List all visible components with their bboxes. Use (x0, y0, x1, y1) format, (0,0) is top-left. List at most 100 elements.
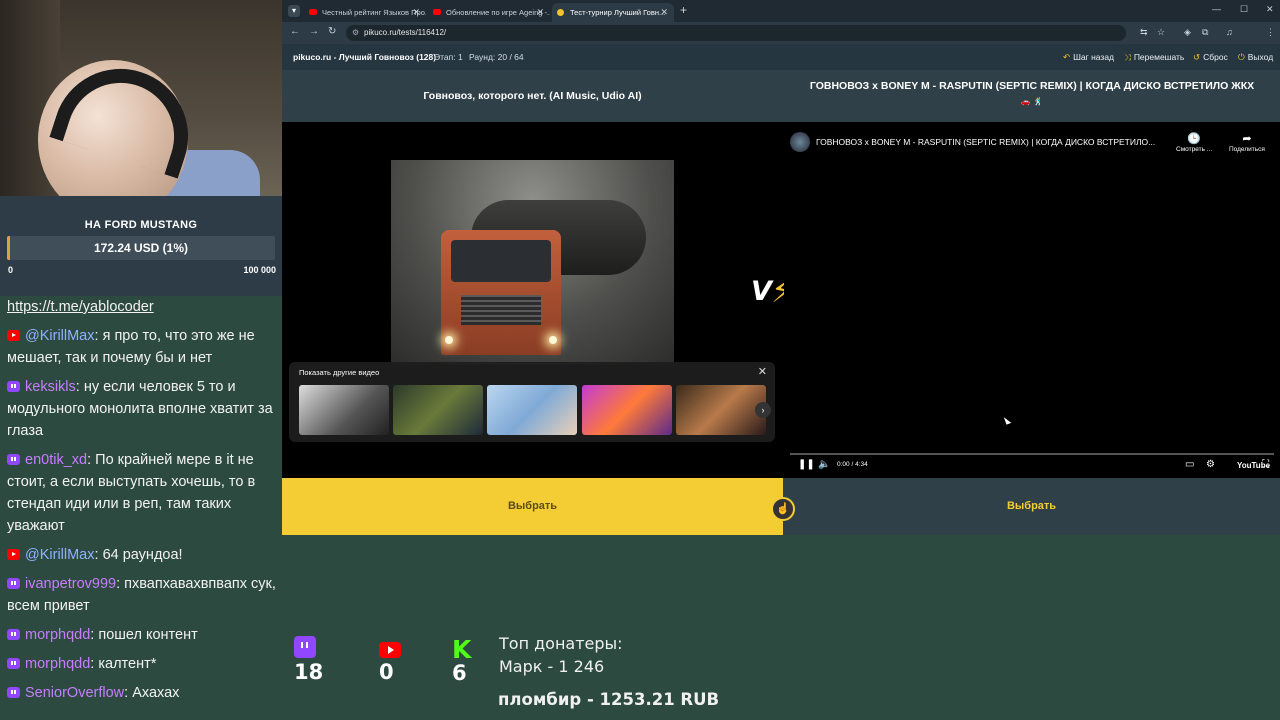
tab-title: Тест-турнир Лучший Говн... (570, 8, 666, 17)
tab-title: Обновление по игре Ageing -... (446, 8, 550, 17)
tab-ranking[interactable]: Честный рейтинг Языков Про... ✕ (304, 3, 426, 22)
media-control-icon[interactable]: ♫ (1226, 27, 1233, 37)
browser-window: ▾ Честный рейтинг Языков Про... ✕ Обновл… (282, 0, 1280, 720)
chat-message: morphqdd: пошел контент (7, 624, 276, 646)
video-progress-bar[interactable] (790, 453, 1274, 455)
youtube-icon (7, 330, 20, 341)
more-videos-title: Показать другие видео (299, 368, 380, 377)
reload-icon[interactable]: ↻ (328, 26, 336, 37)
clock-icon: 🕒 (1187, 133, 1201, 145)
tab-bar: ▾ Честный рейтинг Языков Про... ✕ Обновл… (282, 0, 1280, 22)
watch-later-button[interactable]: 🕒 Смотреть ... (1176, 132, 1212, 153)
twitch-icon (7, 687, 20, 698)
twitch-icon (7, 629, 20, 640)
tab-ageing-update[interactable]: Обновление по игре Ageing -... ✕ (428, 3, 550, 22)
video-title[interactable]: ГОВНОВОЗ x BONEY M - RASPUTIN (SEPTIC RE… (816, 137, 1176, 147)
suggested-video-thumbnail[interactable] (393, 385, 483, 435)
chat-username[interactable]: morphqdd (25, 627, 90, 643)
chat-username[interactable]: keksikls (25, 379, 76, 395)
goal-amount: 172.24 USD (1%) (93, 241, 189, 255)
new-tab-button[interactable]: + (680, 3, 687, 17)
chat-message: SeniorOverflow: Ахахах (7, 682, 276, 704)
subtitles-icon[interactable]: ▭ (1185, 459, 1194, 470)
matchup-titles: Говновоз, которого нет. (AI Music, Udio … (282, 70, 1280, 122)
translate-icon[interactable]: ⇆ (1140, 27, 1148, 38)
left-option-title: Говновоз, которого нет. (AI Music, Udio … (423, 90, 642, 102)
twitch-icon (7, 381, 20, 392)
chat-message: keksikls: ну если человек 5 то и модульн… (7, 379, 273, 439)
chat-username[interactable]: morphqdd (25, 656, 90, 672)
maximize-icon[interactable]: ☐ (1240, 4, 1248, 15)
suggested-video-thumbnail[interactable] (676, 385, 766, 435)
chat-username[interactable]: en0tik_xd (25, 452, 87, 468)
close-icon[interactable]: ✕ (758, 365, 767, 378)
forward-arrow-icon[interactable]: → (309, 26, 319, 37)
headlight-image (549, 336, 557, 344)
chat-username[interactable]: @KirillMax (25, 328, 95, 344)
step-back-button[interactable]: ↶ Шаг назад (1063, 44, 1114, 70)
suggested-video-thumbnail[interactable] (487, 385, 577, 435)
undo-icon: ↶ (1063, 52, 1071, 62)
chat-username[interactable]: ivanpetrov999 (25, 576, 116, 592)
extensions-puzzle-icon[interactable]: ⧉ (1202, 27, 1208, 38)
chat-text: Ахахах (132, 685, 180, 701)
shuffle-button[interactable]: ⤨ Перемешать (1124, 44, 1184, 70)
donation-goal: НА FORD MUSTANG 172.24 USD (1%) 0 100 00… (0, 196, 282, 302)
close-tab-icon[interactable]: ✕ (660, 3, 668, 22)
reset-button[interactable]: ↺ Сброс (1193, 44, 1228, 70)
youtube-favicon-icon (309, 9, 317, 15)
goal-min: 0 (8, 265, 14, 275)
right-youtube-player[interactable]: ГОВНОВОЗ x BONEY M - RASPUTIN (SEPTIC RE… (784, 122, 1280, 478)
close-window-icon[interactable]: ✕ (1266, 4, 1274, 15)
fullscreen-icon[interactable]: ⛶ (1262, 459, 1269, 470)
twitch-icon (7, 578, 20, 589)
tab-search-button[interactable]: ▾ (288, 5, 300, 17)
chat-message-list: @KirillMax: я про то, что это же не меша… (7, 325, 276, 704)
chat-username[interactable]: SeniorOverflow (25, 685, 124, 701)
truck-windshield-image (451, 240, 551, 282)
chat-username[interactable]: @KirillMax (25, 547, 95, 563)
back-arrow-icon[interactable]: ← (290, 26, 300, 37)
tab-tournament[interactable]: Тест-турнир Лучший Говн... ✕ (552, 3, 674, 22)
youtube-icon (379, 642, 401, 658)
goal-max: 100 000 (243, 265, 276, 275)
chat-link[interactable]: https://t.me/yablocoder (7, 296, 276, 318)
extension-icon[interactable]: ◈ (1184, 27, 1191, 38)
chat-message: ivanpetrov999: пхвапхавахвпвапх сук, все… (7, 576, 276, 614)
stage-indicator: Этап: 1 (434, 52, 463, 62)
chat-message: @KirillMax: 64 раундоа! (7, 544, 276, 566)
left-video-thumbnail[interactable] (391, 160, 674, 365)
top-donor: Марк - 1 246 (499, 657, 605, 676)
share-icon: ➦ (1242, 133, 1252, 145)
truck-grill-image (461, 295, 541, 325)
settings-gear-icon[interactable]: ⚙ (1206, 459, 1215, 470)
last-donation: пломбир - 1253.21 RUB (498, 690, 720, 709)
site-header: pikuco.ru - Лучший Говновоз (128) Этап: … (282, 44, 1280, 70)
reset-icon: ↺ (1193, 52, 1201, 62)
close-tab-icon[interactable]: ✕ (412, 3, 420, 22)
chat-message: morphqdd: калтент* (7, 653, 276, 675)
site-brand[interactable]: pikuco.ru - Лучший Говновоз (128) (293, 44, 436, 70)
video-time: 0:00 / 4:34 (837, 461, 868, 468)
minimize-icon[interactable]: — (1212, 4, 1221, 14)
browser-menu-icon[interactable]: ⋮ (1266, 27, 1275, 38)
choose-left-button[interactable]: Выбрать (282, 478, 783, 535)
url-field[interactable]: pikuco.ru/tests/116412/ (346, 25, 1126, 41)
close-tab-icon[interactable]: ✕ (536, 3, 544, 22)
goal-title: НА FORD MUSTANG (84, 219, 198, 231)
chat-message: en0tik_xd: По крайней мере в it не стоит… (7, 452, 256, 534)
left-video-player[interactable]: Показать другие видео ✕ › (282, 122, 783, 478)
pause-icon[interactable]: ❚❚ (798, 459, 815, 470)
volume-icon[interactable]: 🔈 (818, 459, 830, 470)
round-indicator: Раунд: 20 / 64 (469, 52, 524, 62)
share-button[interactable]: ➦ Поделиться (1229, 132, 1265, 153)
channel-avatar[interactable] (790, 132, 810, 152)
chevron-right-icon[interactable]: › (755, 402, 771, 418)
suggested-video-thumbnail[interactable] (299, 385, 389, 435)
versus-v: V (751, 276, 772, 307)
chat-text: пошел контент (98, 627, 198, 643)
bookmark-star-icon[interactable]: ☆ (1157, 27, 1165, 38)
exit-button[interactable]: ⏻ Выход (1238, 44, 1273, 70)
choose-right-button[interactable]: Выбрать (783, 478, 1280, 535)
suggested-video-thumbnail[interactable] (582, 385, 672, 435)
